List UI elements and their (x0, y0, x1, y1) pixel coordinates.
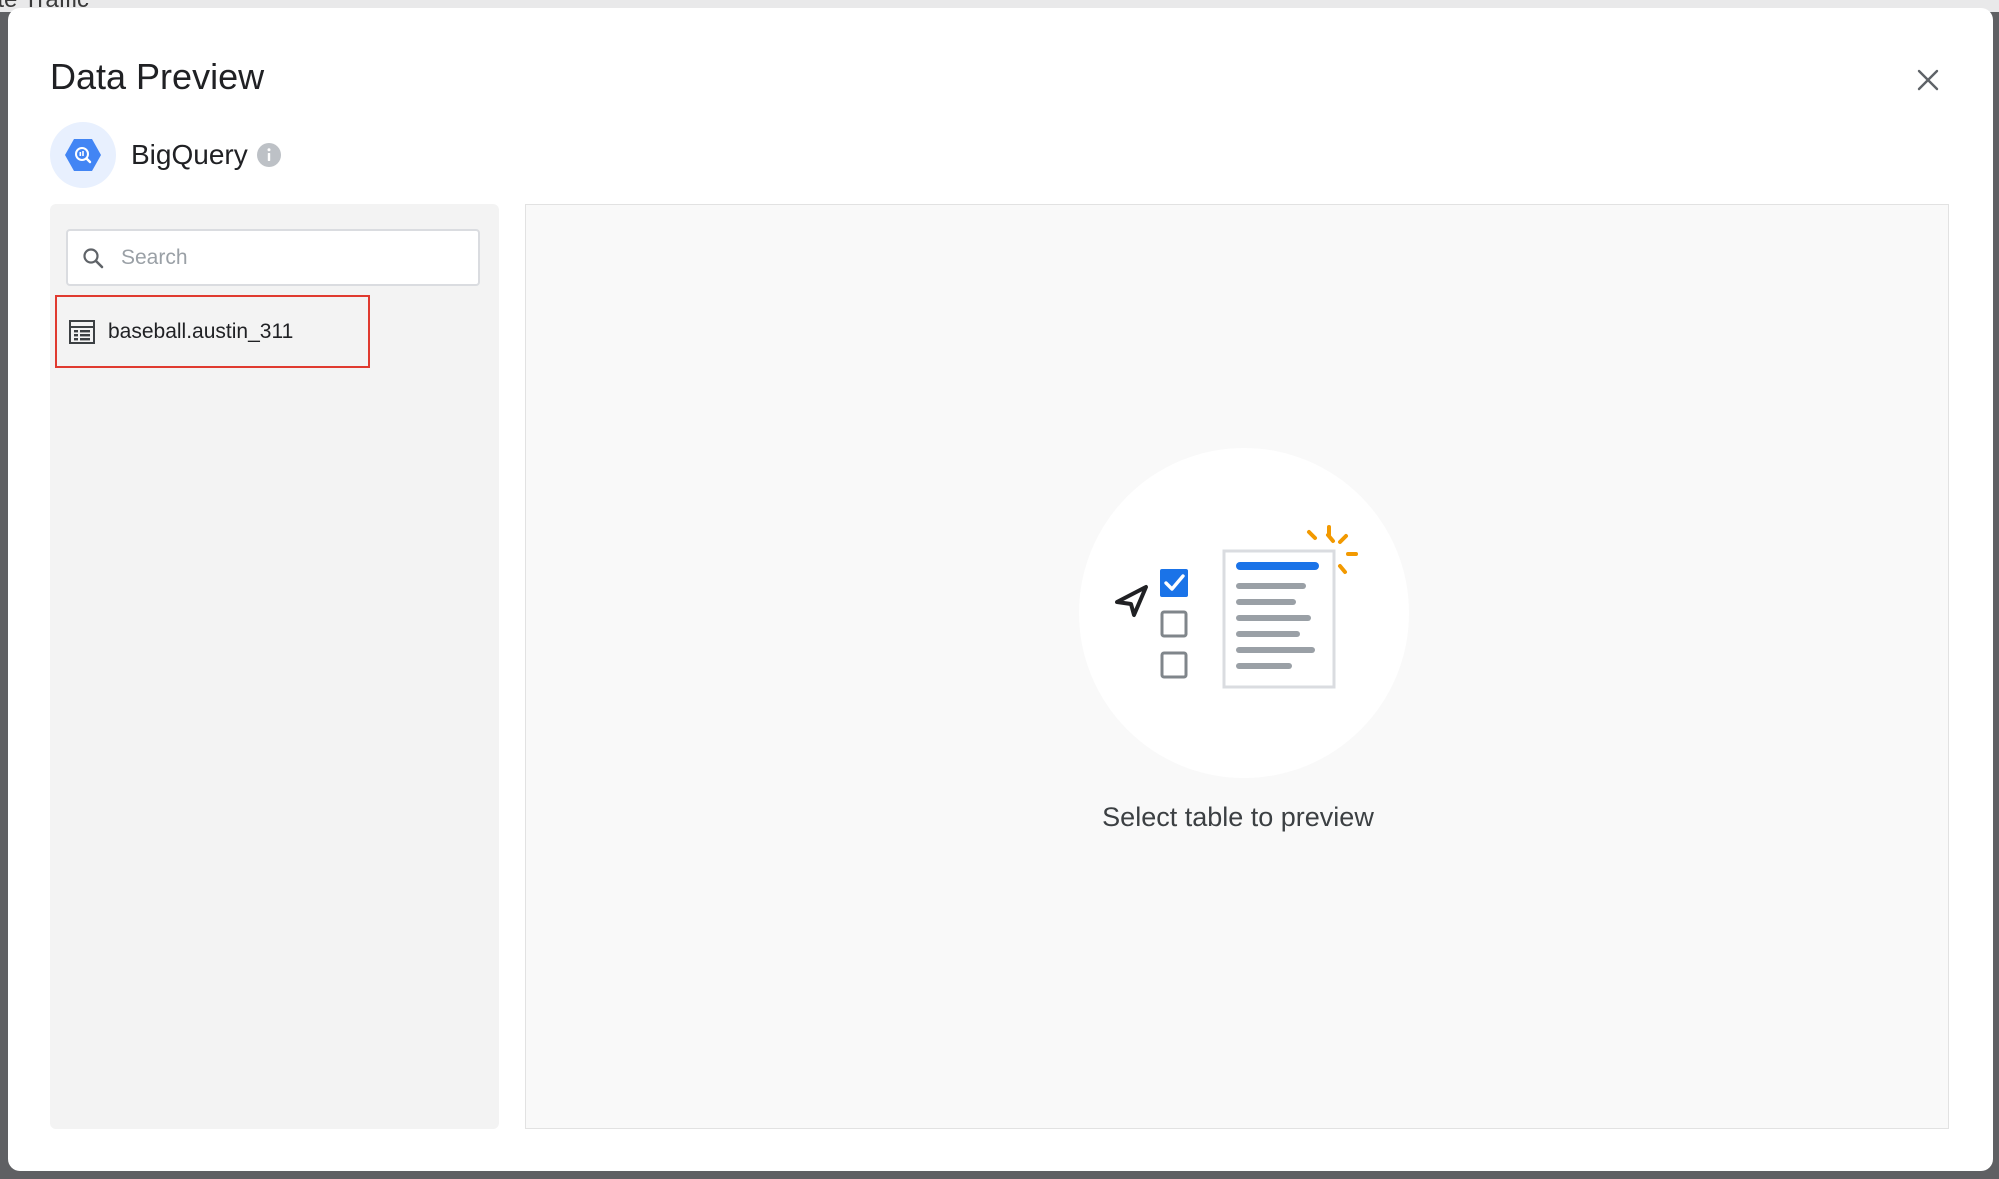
data-preview-dialog: Data Preview BigQuery Search baseball.au… (8, 8, 1993, 1171)
document-icon (1222, 549, 1336, 689)
table-list-item[interactable]: baseball.austin_311 (55, 295, 370, 368)
table-list-panel: baseball.austin_311 (50, 204, 499, 1129)
pointer-arrow-icon (1115, 585, 1148, 617)
checked-box-icon (1160, 569, 1188, 597)
unchecked-box-icon (1160, 610, 1188, 638)
table-icon (69, 319, 95, 344)
empty-state-message: Select table to preview (1102, 802, 1374, 832)
preview-panel: Select table to preview (525, 204, 1949, 1129)
empty-state-illustration (1079, 448, 1409, 778)
unchecked-box-icon (1160, 651, 1188, 679)
search-icon (83, 247, 104, 268)
search-input[interactable] (119, 244, 463, 271)
table-item-label: baseball.austin_311 (108, 319, 294, 343)
close-button[interactable] (1906, 58, 1950, 102)
info-icon[interactable] (256, 143, 281, 167)
close-icon (1917, 69, 1939, 91)
dialog-title: Data Preview (50, 56, 265, 97)
source-name: BigQuery (131, 139, 248, 170)
source-header: BigQuery (50, 122, 281, 188)
bigquery-logo-icon (50, 122, 116, 188)
search-field[interactable] (66, 229, 480, 286)
